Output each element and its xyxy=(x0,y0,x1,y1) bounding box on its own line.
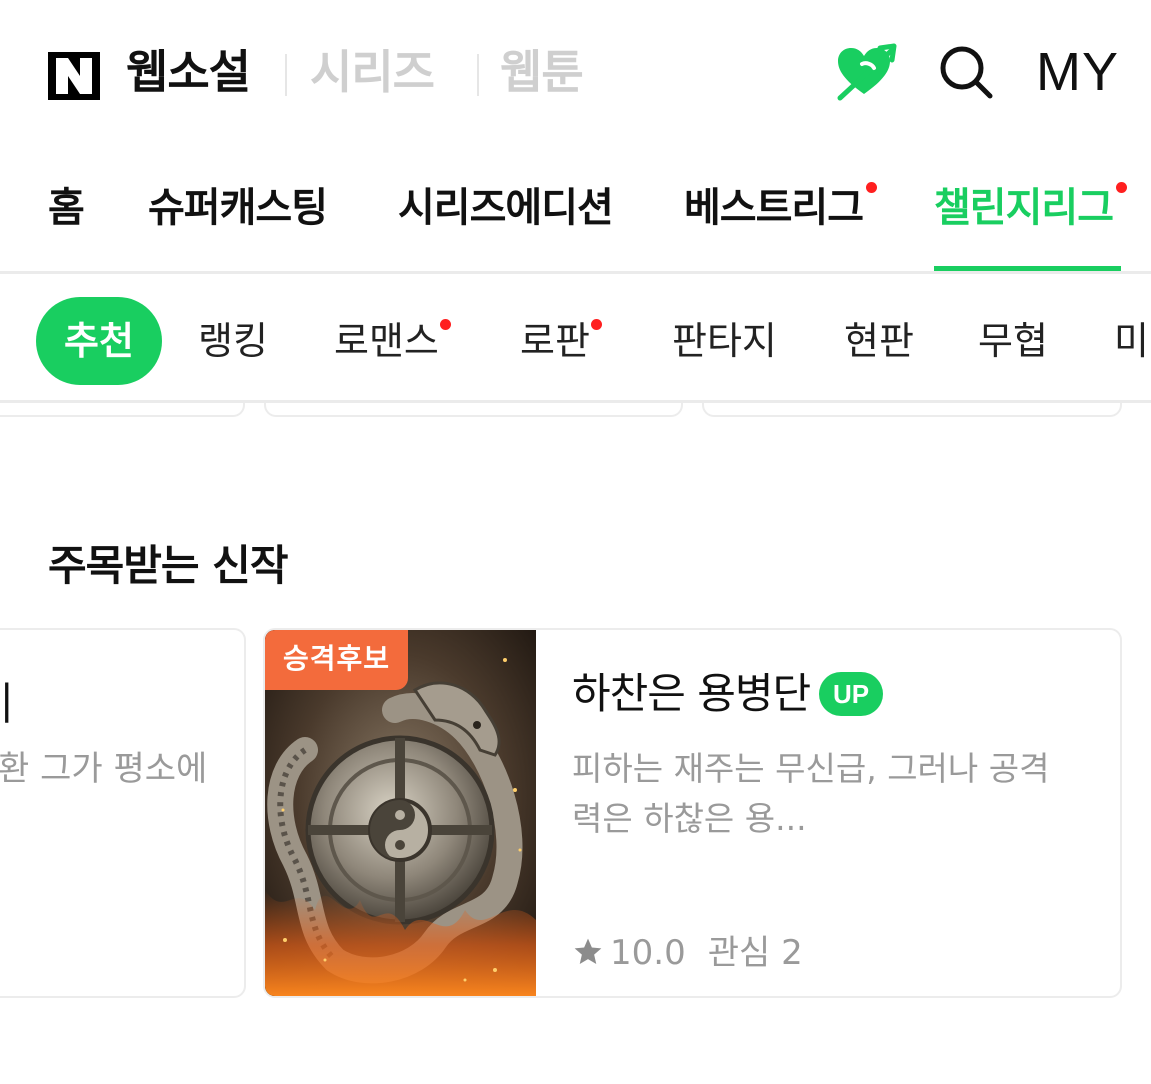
rating-value: 10.0 xyxy=(610,933,686,973)
tab-label: 슈퍼캐스팅 xyxy=(148,185,328,231)
work-title: 하찬은 용병단 xyxy=(572,669,811,718)
section-title: 주목받는 신작 xyxy=(48,541,288,590)
cover-image: 승격후보 xyxy=(265,630,536,996)
genre-chip-fantasy[interactable]: 판타지 xyxy=(672,297,777,385)
star-icon xyxy=(574,938,602,964)
new-dot-badge xyxy=(590,319,602,330)
tab-label: 베스트리그 xyxy=(684,185,864,231)
tab-best-league[interactable]: 베스트리그 xyxy=(684,180,877,236)
tab-series-edition[interactable]: 시리즈에디션 xyxy=(398,180,614,236)
new-dot-badge xyxy=(1116,182,1127,193)
promotion-candidate-badge: 승격후보 xyxy=(265,630,409,690)
genre-filter-bar: 추천 랭킹 로맨스 로판 판타지 현판 무협 미 xyxy=(0,277,1151,403)
tab-label: 챌린지리그 xyxy=(934,185,1114,231)
genre-chip-modern-fantasy[interactable]: 현판 xyxy=(844,297,914,385)
brand-webnovel[interactable]: 웹소설 xyxy=(126,40,251,104)
tab-label: 홈 xyxy=(48,185,85,231)
active-tab-indicator xyxy=(934,266,1121,271)
work-card-partial[interactable]: | 환 그가 평소에 xyxy=(0,628,246,998)
work-card[interactable]: 승격후보 하찬은 용병단 UP 피하는 재주는 무신급, 그러나 공격력은 하찮… xyxy=(263,628,1122,998)
genre-chip-ranking[interactable]: 랭킹 xyxy=(198,297,268,385)
card-edge xyxy=(264,403,683,417)
card-edge xyxy=(0,403,245,417)
main-tab-bar: 홈 슈퍼캐스팅 시리즈에디션 베스트리그 챌린지리그 xyxy=(0,150,1151,274)
genre-chip-recommend[interactable]: 추천 xyxy=(36,297,162,385)
up-badge: UP xyxy=(819,672,883,716)
tab-super-casting[interactable]: 슈퍼캐스팅 xyxy=(148,180,328,236)
search-icon[interactable] xyxy=(938,44,994,100)
chip-label: 로맨스 xyxy=(334,319,439,363)
my-button[interactable]: MY xyxy=(1036,40,1119,104)
naver-n-icon xyxy=(48,52,100,100)
top-header: 웹소설 시리즈 웹툰 MY xyxy=(0,0,1151,150)
new-dot-badge xyxy=(866,182,877,193)
tab-challenge-league[interactable]: 챌린지리그 xyxy=(934,180,1127,236)
tab-label: 시리즈에디션 xyxy=(398,185,614,231)
chip-label: 로판 xyxy=(520,319,590,363)
work-description: 환 그가 평소에 xyxy=(0,749,208,789)
genre-chip-romance[interactable]: 로맨스 xyxy=(334,297,451,385)
heart-arrow-icon[interactable] xyxy=(834,42,898,102)
divider xyxy=(285,54,287,96)
genre-chip-martial-arts[interactable]: 무협 xyxy=(978,297,1048,385)
service-webtoon[interactable]: 웹툰 xyxy=(500,40,584,104)
service-series[interactable]: 시리즈 xyxy=(310,40,435,104)
divider xyxy=(477,54,479,96)
work-title: | xyxy=(0,677,14,723)
genre-chip-more[interactable]: 미 xyxy=(1114,297,1149,385)
work-description: 피하는 재주는 무신급, 그러나 공격력은 하찮은 용... xyxy=(572,749,1050,838)
interest-count: 관심 2 xyxy=(707,933,803,973)
tab-home[interactable]: 홈 xyxy=(48,180,85,236)
genre-chip-romance-fantasy[interactable]: 로판 xyxy=(520,297,602,385)
naver-logo[interactable] xyxy=(48,52,100,100)
new-dot-badge xyxy=(439,319,451,330)
card-edge xyxy=(702,403,1122,417)
work-meta: 10.0 관심 2 xyxy=(572,930,803,976)
